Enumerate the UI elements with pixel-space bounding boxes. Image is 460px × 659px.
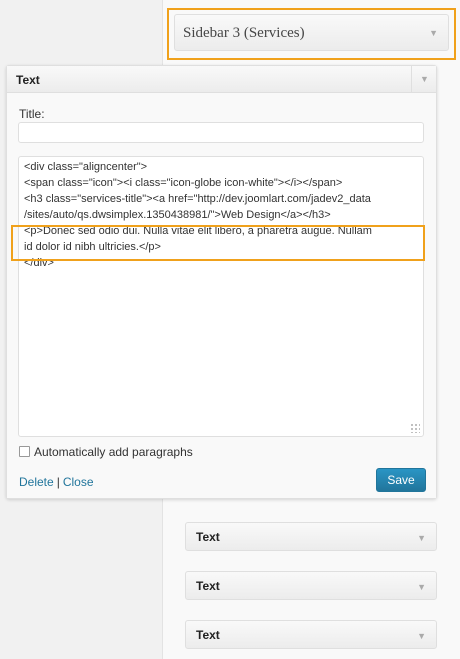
save-button[interactable]: Save [376, 468, 426, 492]
widget-toggle[interactable]: ▼ [411, 66, 436, 92]
widget-header[interactable]: Text ▼ [7, 66, 436, 93]
text-widget-collapsed[interactable]: Text ▼ [185, 522, 437, 551]
chevron-down-icon[interactable]: ▼ [429, 28, 438, 38]
text-widget-collapsed[interactable]: Text ▼ [185, 571, 437, 600]
sidebar-title: Sidebar 3 (Services) [183, 25, 305, 41]
content-textarea[interactable]: <div class="aligncenter"> <span class="i… [18, 156, 424, 437]
auto-paragraphs-checkbox[interactable] [19, 446, 30, 457]
widget-title: Text [196, 579, 220, 593]
code-line: <span class="icon"><i class="icon-globe … [24, 177, 343, 189]
widget-title: Text [196, 530, 220, 544]
delete-link[interactable]: Delete [19, 475, 54, 489]
chevron-down-icon[interactable]: ▼ [417, 533, 426, 543]
separator: | [56, 475, 60, 489]
highlight-box [11, 225, 425, 261]
code-line: <h3 class="services-title"><a href="http… [24, 193, 371, 205]
resize-handle-icon[interactable] [410, 423, 420, 433]
text-widget-collapsed[interactable]: Text ▼ [185, 620, 437, 649]
widget-body: Title: <div class="aligncenter"> <span c… [7, 93, 436, 498]
text-widget-expanded: Text ▼ Title: <div class="aligncenter"> … [6, 65, 437, 499]
sidebar-3-header-bar[interactable]: Sidebar 3 (Services) ▼ [174, 14, 449, 51]
auto-paragraphs-label[interactable]: Automatically add paragraphs [34, 445, 193, 459]
close-link[interactable]: Close [63, 475, 94, 489]
chevron-down-icon[interactable]: ▼ [420, 74, 429, 84]
widget-title: Text [16, 73, 40, 87]
code-line: <div class="aligncenter"> [24, 161, 148, 173]
code-line: /sites/auto/qs.dwsimplex.1350438981/">We… [24, 209, 331, 221]
widget-title: Text [196, 628, 220, 642]
chevron-down-icon[interactable]: ▼ [417, 582, 426, 592]
title-input[interactable] [18, 122, 424, 143]
widget-actions: Delete | Close [19, 475, 94, 489]
title-label: Title: [19, 107, 45, 121]
chevron-down-icon[interactable]: ▼ [417, 631, 426, 641]
sidebar-3-header[interactable]: Sidebar 3 (Services) ▼ [167, 8, 456, 60]
